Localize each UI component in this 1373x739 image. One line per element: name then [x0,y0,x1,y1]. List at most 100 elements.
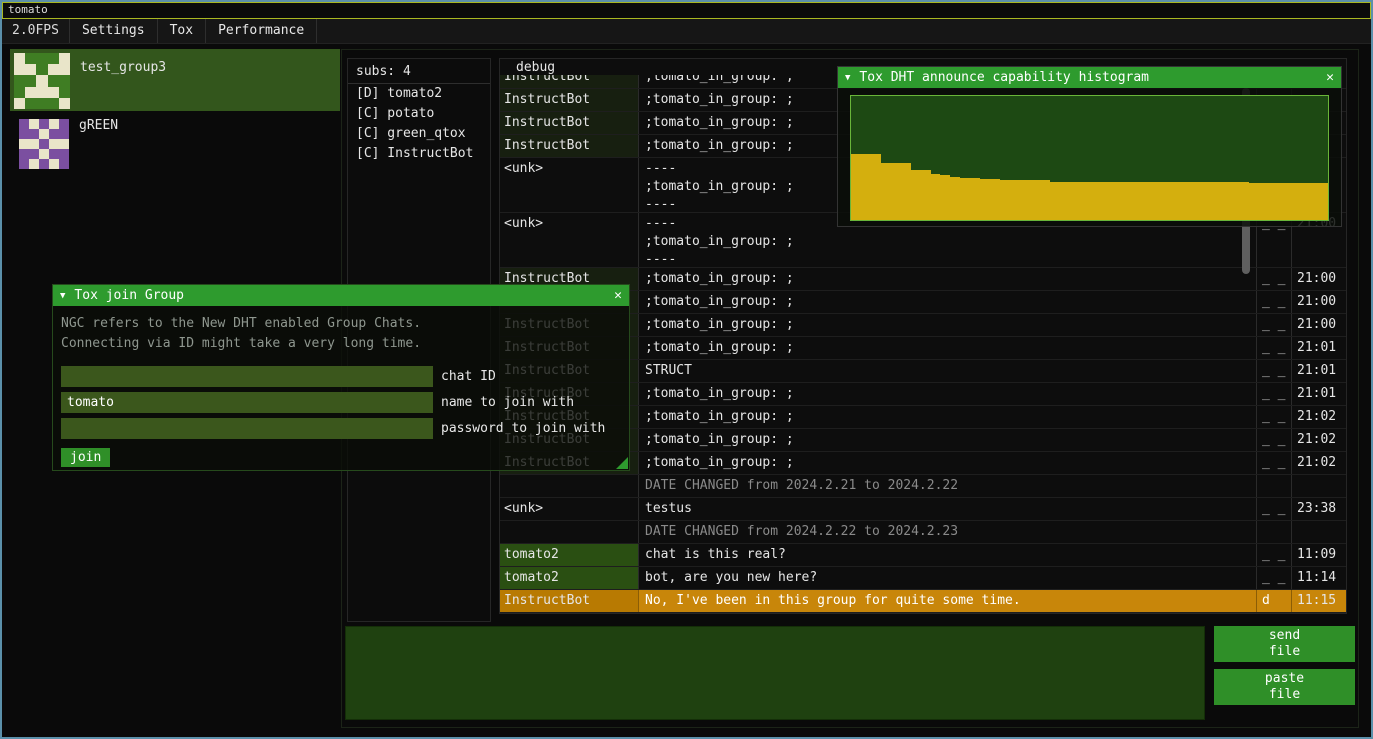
histogram-bar [901,163,911,220]
histogram-window-title: Tox DHT announce capability histogram [859,70,1149,85]
close-icon[interactable]: ✕ [1326,70,1334,85]
chat-delivery-status: _ _ [1257,498,1292,520]
histogram-bar [1199,182,1209,220]
histogram-bar [980,179,990,220]
chat-delivery-status: _ _ [1257,406,1292,428]
histogram-bar [1209,182,1219,220]
window-title: tomato [8,3,48,16]
paste-file-button[interactable]: paste file [1214,669,1355,705]
window-title-bar: tomato [2,2,1371,19]
chat-timestamp: 21:01 [1292,383,1346,405]
menu-item-settings[interactable]: Settings [70,19,158,43]
histogram-bar [1239,182,1249,220]
histogram-window-titlebar[interactable]: ▼ Tox DHT announce capability histogram … [838,67,1341,88]
histogram-bar [921,170,931,220]
chat-timestamp: 21:00 [1292,291,1346,313]
histogram-bar [1219,182,1229,220]
chat-delivery-status: _ _ [1257,268,1292,290]
chat-row: InstructBotNo, I've been in this group f… [500,590,1346,613]
contact-avatar [14,53,70,109]
dht-capability-histogram-plot [850,95,1329,221]
histogram-bar [1159,182,1169,220]
histogram-bar [1268,183,1278,220]
join-name-input[interactable] [61,392,433,413]
resize-grip[interactable] [616,457,628,469]
chat-id-field-row: chat ID [61,366,621,387]
subs-item[interactable]: [C] potato [348,104,490,124]
menu-items: SettingsToxPerformance [70,19,317,43]
chat-message: ;tomato_in_group: ; [638,452,1257,474]
histogram-bar [1000,180,1010,220]
join-group-window-titlebar[interactable]: ▼ Tox join Group ✕ [53,285,629,306]
chat-timestamp: 21:01 [1292,360,1346,382]
subs-item[interactable]: [C] InstructBot [348,144,490,164]
chat-message: testus [638,498,1257,520]
chat-timestamp: 11:09 [1292,544,1346,566]
join-password-input[interactable] [61,418,433,439]
chat-timestamp [1292,475,1346,497]
contact-item-gREEN[interactable]: gREEN [10,115,340,171]
join-group-window-title: Tox join Group [74,288,184,303]
histogram-bar [950,177,960,220]
join-password-label: password to join with [441,421,605,436]
join-description-line: NGC refers to the New DHT enabled Group … [61,314,621,334]
join-group-window-body: NGC refers to the New DHT enabled Group … [53,306,629,467]
subs-header: subs: 4 [348,59,490,83]
send-file-button[interactable]: send file [1214,626,1355,662]
join-button[interactable]: join [61,448,110,467]
chat-timestamp: 21:02 [1292,429,1346,451]
histogram-bar [861,154,871,220]
chat-sender: tomato2 [500,544,638,566]
histogram-bar [1070,182,1080,220]
chat-message: bot, are you new here? [638,567,1257,589]
chat-id-input[interactable] [61,366,433,387]
chat-timestamp [1292,521,1346,543]
chat-message: ;tomato_in_group: ; [638,429,1257,451]
chat-delivery-status: _ _ [1257,360,1292,382]
chat-message: STRUCT [638,360,1257,382]
message-input[interactable] [345,626,1205,720]
close-icon[interactable]: ✕ [614,288,622,303]
collapse-arrow-icon[interactable]: ▼ [845,73,850,83]
chat-message: DATE CHANGED from 2024.2.22 to 2024.2.23 [638,521,1257,543]
menu-item-tox[interactable]: Tox [158,19,206,43]
chat-sender: <unk> [500,158,638,212]
chat-row: DATE CHANGED from 2024.2.22 to 2024.2.23 [500,521,1346,544]
menu-item-performance[interactable]: Performance [206,19,317,43]
app-window: tomato 2.0FPS SettingsToxPerformance tes… [0,0,1373,739]
chat-timestamp: 11:14 [1292,567,1346,589]
histogram-bar [1109,182,1119,220]
histogram-bar [1318,183,1328,220]
chat-message: chat is this real? [638,544,1257,566]
fps-counter: 2.0FPS [2,19,70,43]
contact-item-test_group3[interactable]: test_group3 [10,49,340,111]
subs-list: [D] tomato2[C] potato[C] green_qtox[C] I… [348,84,490,164]
subs-item[interactable]: [D] tomato2 [348,84,490,104]
histogram-bar [1060,182,1070,220]
histogram-bar [1149,182,1159,220]
join-description-line: Connecting via ID might take a very long… [61,334,621,354]
chat-delivery-status: _ _ [1257,383,1292,405]
chat-delivery-status [1257,475,1292,497]
chat-sender: InstructBot [500,135,638,157]
histogram-bar [1258,183,1268,220]
chat-sender: InstructBot [500,590,638,612]
chat-message: ;tomato_in_group: ; [638,268,1257,290]
chat-row: tomato2chat is this real?_ _11:09 [500,544,1346,567]
histogram-bar [1308,183,1318,220]
histogram-bar [1189,182,1199,220]
chat-delivery-status: _ _ [1257,452,1292,474]
chat-id-label: chat ID [441,369,496,384]
histogram-bar [1249,183,1259,220]
chat-message: ;tomato_in_group: ; [638,314,1257,336]
histogram-bar [1090,182,1100,220]
histogram-bar [960,178,970,220]
chat-sender: <unk> [500,213,638,267]
histogram-window: ▼ Tox DHT announce capability histogram … [837,66,1342,227]
chat-delivery-status: _ _ [1257,314,1292,336]
histogram-bar [1169,182,1179,220]
join-group-window: ▼ Tox join Group ✕ NGC refers to the New… [52,284,630,471]
subs-item[interactable]: [C] green_qtox [348,124,490,144]
histogram-bar [1229,182,1239,220]
collapse-arrow-icon[interactable]: ▼ [60,291,65,301]
